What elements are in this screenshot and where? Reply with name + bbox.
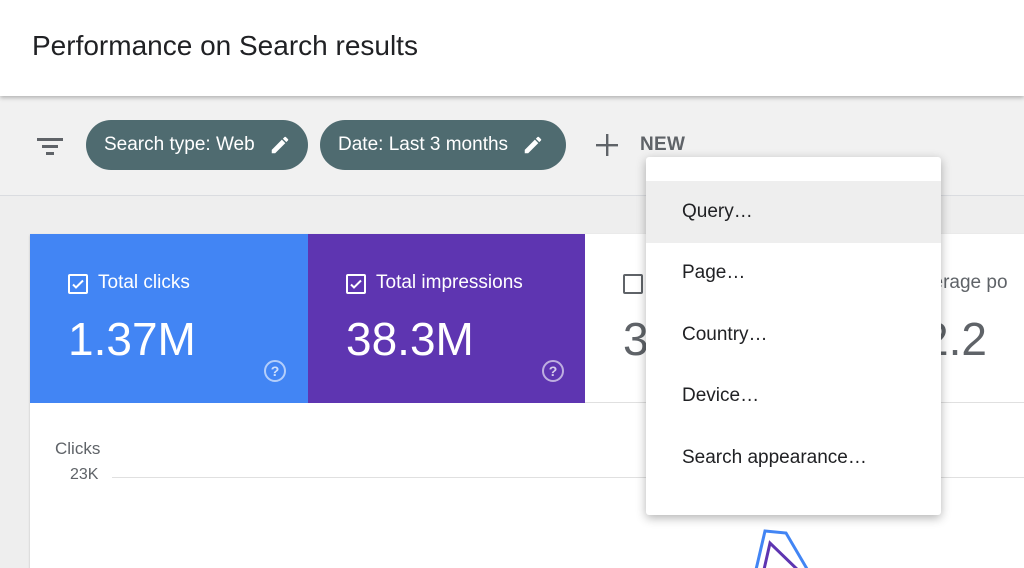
- date-range-chip[interactable]: Date: Last 3 months: [320, 120, 566, 170]
- metric-total-clicks[interactable]: Total clicks 1.37M ?: [30, 234, 308, 403]
- menu-item-search-appearance[interactable]: Search appearance…: [646, 427, 941, 489]
- metric-label: Total impressions: [376, 272, 523, 293]
- checkbox-icon[interactable]: [68, 274, 88, 294]
- new-button-label: NEW: [640, 134, 686, 155]
- metric-value: 1.37M: [68, 313, 196, 365]
- search-type-chip[interactable]: Search type: Web: [86, 120, 308, 170]
- checkbox-icon[interactable]: [346, 274, 366, 294]
- date-range-chip-label: Date: Last 3 months: [338, 134, 509, 155]
- menu-item-page[interactable]: Page…: [646, 243, 941, 305]
- page-title: Performance on Search results: [32, 30, 418, 61]
- metric-label: Total clicks: [98, 272, 190, 293]
- menu-item-country[interactable]: Country…: [646, 304, 941, 366]
- impressions-series-line: [762, 540, 798, 568]
- pencil-icon[interactable]: [522, 134, 544, 156]
- filter-list-icon[interactable]: [36, 134, 64, 158]
- checkbox-icon[interactable]: [623, 274, 643, 294]
- search-type-chip-label: Search type: Web: [104, 134, 255, 155]
- question-circle-icon[interactable]: ?: [264, 360, 286, 382]
- metric-total-impressions[interactable]: Total impressions 38.3M ?: [308, 234, 585, 403]
- header: Performance on Search results: [0, 0, 1024, 96]
- metric-value: 38.3M: [346, 313, 474, 365]
- menu-item-query[interactable]: Query…: [646, 181, 941, 243]
- menu-item-device[interactable]: Device…: [646, 366, 941, 428]
- new-filter-button[interactable]: NEW: [594, 130, 685, 160]
- dimension-menu: Query… Page… Country… Device… Search app…: [646, 157, 941, 515]
- metric-value: 3: [623, 313, 649, 365]
- question-circle-icon[interactable]: ?: [542, 360, 564, 382]
- plus-icon: [596, 134, 618, 156]
- clicks-series-line: [754, 529, 809, 568]
- pencil-icon[interactable]: [269, 134, 291, 156]
